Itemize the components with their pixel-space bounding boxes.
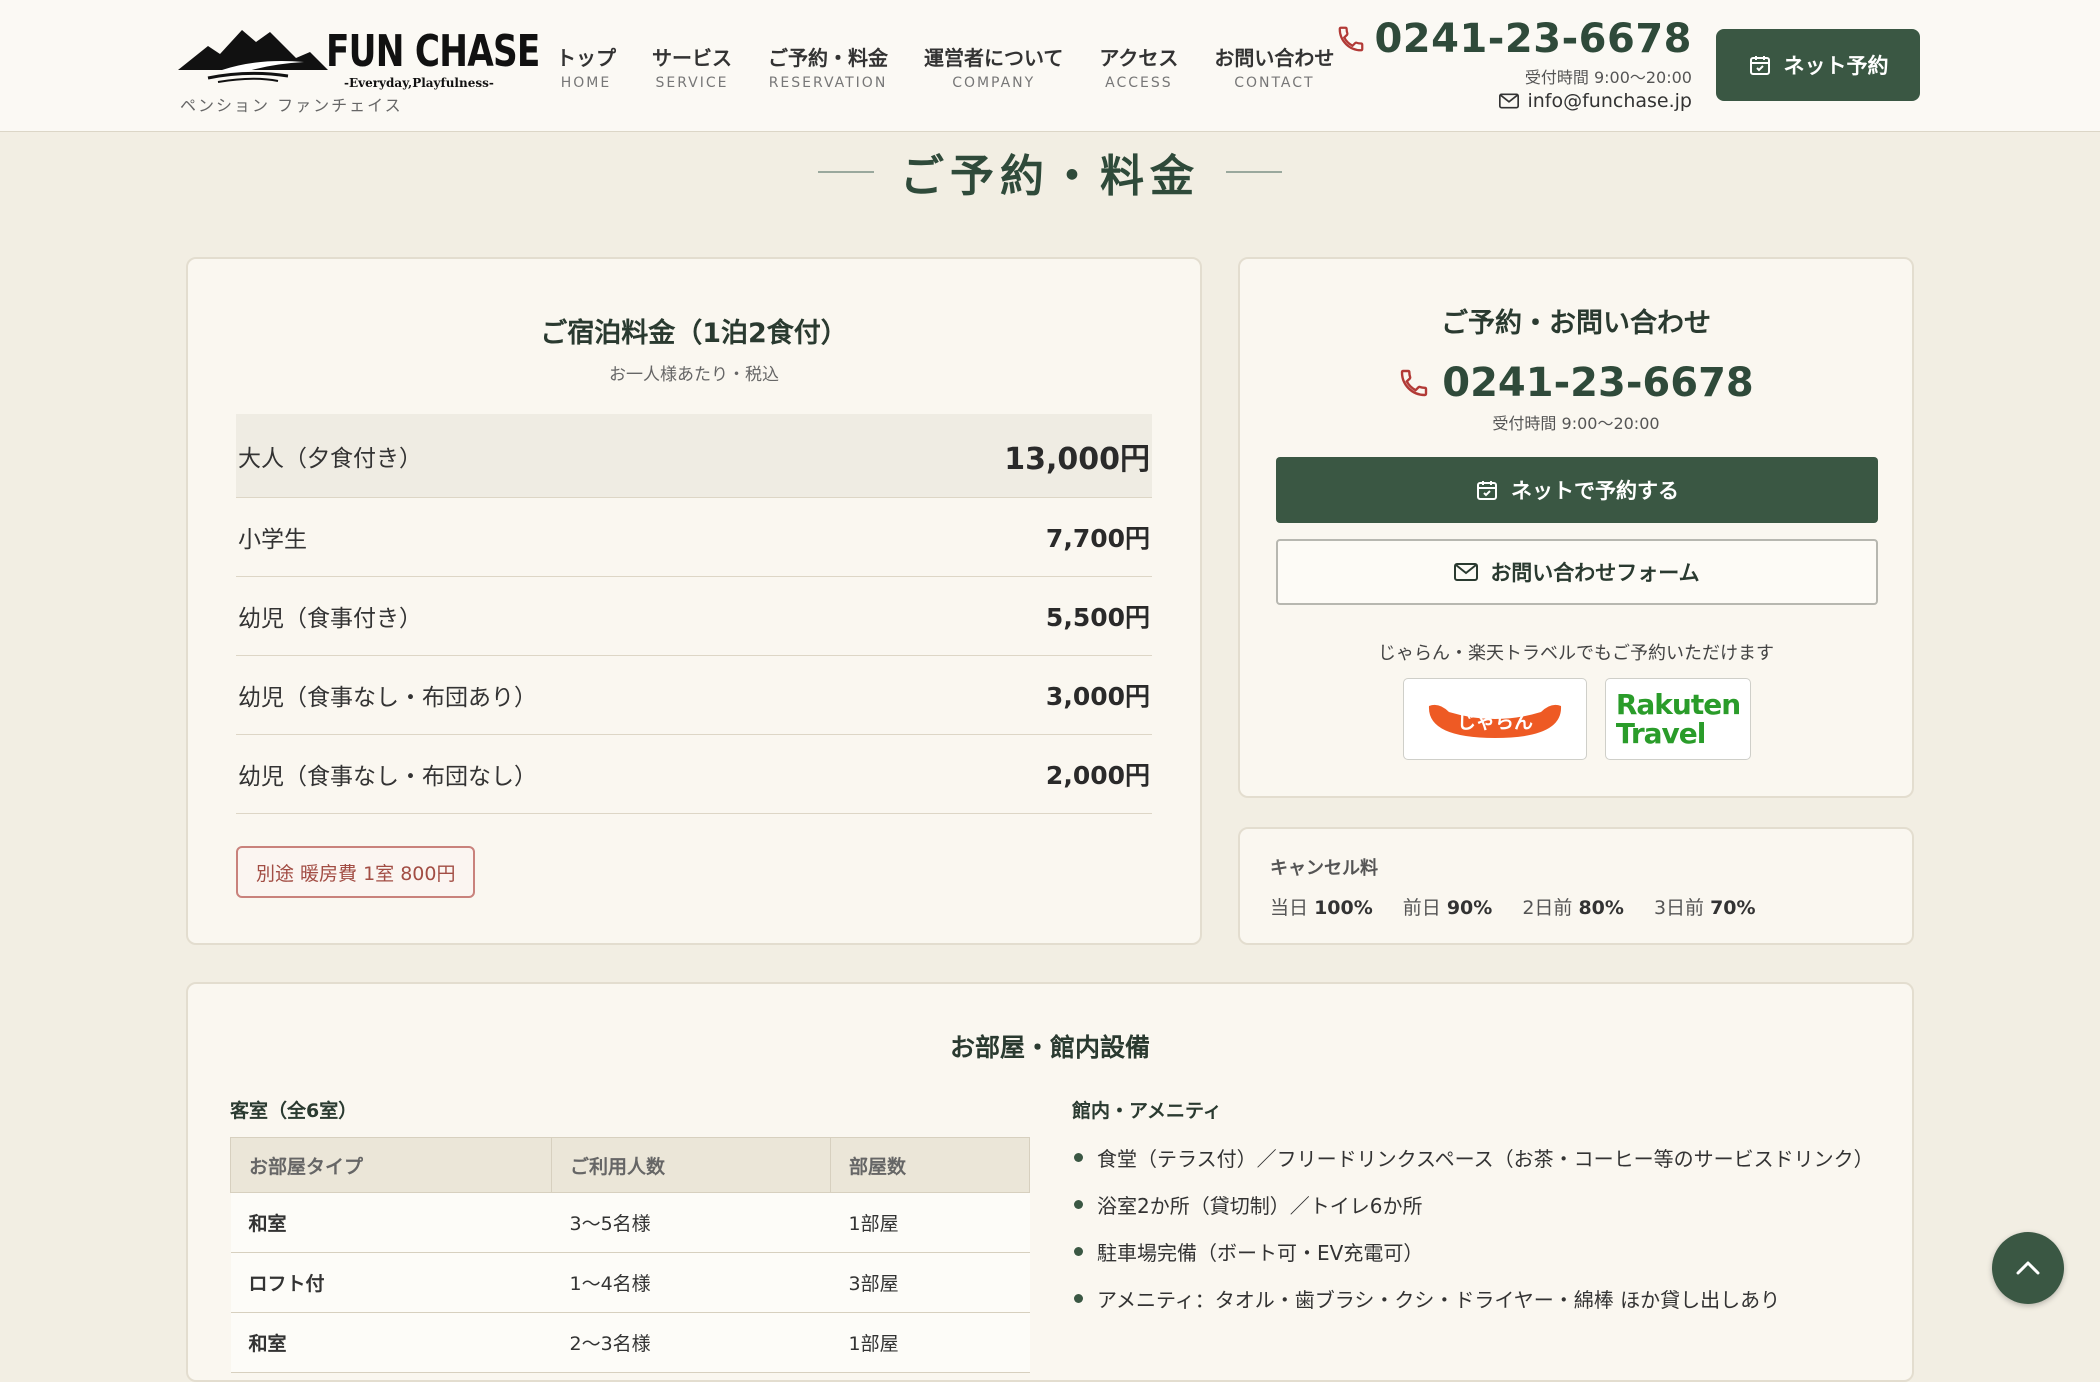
header-hours: 受付時間 9:00〜20:00	[1524, 68, 1692, 87]
bullet-icon	[1074, 1294, 1083, 1303]
site-logo[interactable]: FUN CHASE -Everyday,Playfulness- ペンション フ…	[178, 14, 540, 115]
calendar-icon	[1477, 481, 1497, 500]
rooms-subtitle: 客室（全6室）	[230, 1100, 358, 1122]
price-row: 大人（夕食付き） 13,000円	[236, 414, 1152, 498]
chevron-up-icon	[2016, 1261, 2040, 1275]
net-booking-button[interactable]: ネットで予約する	[1276, 457, 1878, 523]
price-card: ご宿泊料金（1泊2食付） お一人様あたり・税込 大人（夕食付き） 13,000円…	[186, 257, 1202, 945]
header-email[interactable]: info@funchase.jp	[1336, 90, 1692, 112]
bullet-icon	[1074, 1153, 1083, 1162]
header-phone[interactable]: 0241-23-6678	[1336, 16, 1692, 62]
amenities-subtitle: 館内・アメニティ	[1072, 1100, 1222, 1122]
logo-wordmark: FUN CHASE	[326, 26, 540, 77]
jalan-logo-link[interactable]: じゃらん	[1403, 678, 1587, 760]
scroll-to-top-button[interactable]	[1992, 1232, 2064, 1304]
nav-item-contact[interactable]: お問い合わせ CONTACT	[1214, 42, 1334, 91]
bullet-icon	[1074, 1200, 1083, 1209]
logo-tagline: -Everyday,Playfulness-	[344, 76, 494, 90]
contact-title: ご予約・お問い合わせ	[1441, 308, 1711, 339]
jalan-logo: じゃらん	[1428, 704, 1562, 738]
header-net-booking-button[interactable]: ネット予約	[1716, 29, 1920, 101]
price-note: お一人様あたり・税込	[609, 365, 779, 385]
list-item: 食堂（テラス付）／フリードリンクスペース（お茶・コーヒー等のサービスドリンク）	[1072, 1134, 1874, 1181]
contact-card: ご予約・お問い合わせ 0241-23-6678 受付時間 9:00〜20:00 …	[1238, 257, 1914, 798]
site-header: FUN CHASE -Everyday,Playfulness- ペンション フ…	[0, 0, 2100, 132]
rakuten-travel-logo: Rakuten Travel	[1615, 688, 1741, 750]
phone-icon	[1339, 26, 1364, 52]
cancel-item: 前日 90%	[1402, 897, 1493, 919]
heating-fee-badge: 別途 暖房費 1室 800円	[236, 846, 476, 898]
nav-item-company[interactable]: 運営者について COMPANY	[924, 42, 1063, 91]
bullet-icon	[1074, 1247, 1083, 1256]
list-item: 浴室2か所（貸切制）／トイレ6か所	[1072, 1181, 1874, 1228]
cancel-fee-card: キャンセル料 当日 100% 前日 90% 2日前 80% 3日前 70%	[1238, 827, 1914, 945]
rooms-title: お部屋・館内設備	[949, 1033, 1150, 1062]
logo-subtitle: ペンション ファンチェイス	[180, 96, 403, 115]
mountain-logo-icon	[178, 30, 328, 83]
amenities-list: 食堂（テラス付）／フリードリンクスペース（お茶・コーヒー等のサービスドリンク） …	[1072, 1134, 1874, 1322]
cancel-title: キャンセル料	[1270, 858, 1378, 879]
cancel-items: 当日 100% 前日 90% 2日前 80% 3日前 70%	[1270, 893, 1786, 920]
header-phone-number: 0241-23-6678	[1374, 16, 1692, 62]
calendar-icon	[1749, 56, 1770, 75]
rakuten-travel-logo-link[interactable]: Rakuten Travel	[1605, 678, 1751, 760]
price-row: 幼児（食事なし・布団なし） 2,000円	[236, 735, 1152, 814]
rooms-facilities-card: お部屋・館内設備 客室（全6室） お部屋タイプ ご利用人数 部屋数 和室 3〜5…	[186, 982, 1914, 1382]
cancel-item: 当日 100%	[1270, 897, 1373, 919]
table-row: 和室 2〜3名様 1部屋	[230, 1312, 1030, 1373]
table-header-row: お部屋タイプ ご利用人数 部屋数	[230, 1137, 1030, 1193]
nav-item-home[interactable]: トップ HOME	[556, 42, 616, 91]
header-contact: 0241-23-6678 受付時間 9:00〜20:00 info@funcha…	[1336, 16, 1692, 112]
contact-phone[interactable]: 0241-23-6678	[1240, 360, 1912, 406]
price-row: 幼児（食事付き） 5,500円	[236, 577, 1152, 656]
mail-icon	[1499, 93, 1520, 109]
list-item: アメニティ：タオル・歯ブラシ・クシ・ドライヤー・綿棒 ほか貸し出しあり	[1072, 1275, 1874, 1322]
contact-hours: 受付時間 9:00〜20:00	[1492, 414, 1660, 433]
mail-icon	[1454, 563, 1479, 581]
rooms-table: お部屋タイプ ご利用人数 部屋数 和室 3〜5名様 1部屋 ロフト付 1〜4名様…	[230, 1137, 1030, 1373]
ota-note: じゃらん・楽天トラベルでもご予約いただけます	[1378, 643, 1774, 664]
column-header: お部屋タイプ	[230, 1137, 552, 1193]
page-title: ご予約・料金	[900, 151, 1200, 202]
section-title: ご予約・料金	[0, 140, 2100, 204]
price-title: ご宿泊料金（1泊2食付）	[540, 318, 848, 349]
title-divider-right	[1226, 171, 1282, 173]
column-header: 部屋数	[830, 1137, 1030, 1193]
price-row: 幼児（食事なし・布団あり） 3,000円	[236, 656, 1152, 735]
cancel-item: 3日前 70%	[1653, 897, 1756, 919]
nav-item-reservation[interactable]: ご予約・料金 RESERVATION	[768, 42, 888, 91]
contact-phone-number: 0241-23-6678	[1442, 360, 1754, 406]
cancel-item: 2日前 80%	[1522, 897, 1624, 919]
svg-text:じゃらん: じゃらん	[1457, 711, 1533, 733]
contact-form-button[interactable]: お問い合わせフォーム	[1276, 539, 1878, 605]
table-row: ロフト付 1〜4名様 3部屋	[230, 1252, 1030, 1313]
nav-item-service[interactable]: サービス SERVICE	[652, 42, 732, 91]
main-nav: トップ HOME サービス SERVICE ご予約・料金 RESERVATION…	[556, 42, 1370, 91]
table-row: 和室 3〜5名様 1部屋	[230, 1192, 1030, 1253]
phone-icon	[1401, 369, 1428, 397]
price-table: 大人（夕食付き） 13,000円 小学生 7,700円 幼児（食事付き） 5,5…	[236, 414, 1152, 814]
nav-item-access[interactable]: アクセス ACCESS	[1099, 42, 1178, 91]
list-item: 駐車場完備（ボート可・EV充電可）	[1072, 1228, 1874, 1275]
column-header: ご利用人数	[551, 1137, 831, 1193]
price-row: 小学生 7,700円	[236, 498, 1152, 577]
title-divider-left	[818, 171, 874, 173]
